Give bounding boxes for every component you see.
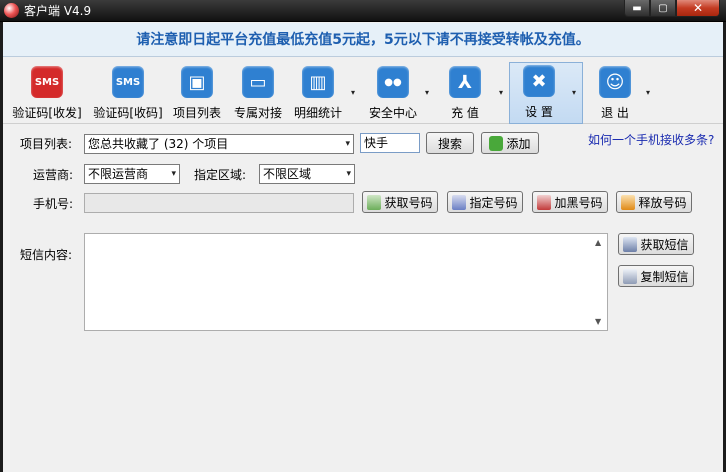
pdf-icon: ⅄ — [449, 66, 481, 98]
exit-person-icon: ☺ — [599, 66, 631, 98]
add-button[interactable]: 添加 — [481, 132, 539, 154]
toolbar-label: 明细统计 — [293, 106, 342, 120]
sms-red-icon: SMS — [31, 66, 63, 98]
toolbar-label: 验证码[收发] — [12, 106, 82, 120]
toolbar-label: 项目列表 — [172, 106, 221, 120]
region-select-value: 不限区域 — [263, 167, 312, 181]
toolbar-sms-send-button[interactable]: SMS 验证码[收发] — [8, 64, 86, 122]
project-list-label: 项目列表: — [20, 137, 73, 151]
get-sms-button[interactable]: 获取短信 — [618, 233, 694, 255]
notice-banner: 请注意即日起平台充值最低充值5元起，5元以下请不再接受转帐及充值。 — [3, 23, 723, 57]
copy-sms-button[interactable]: 复制短信 — [618, 265, 694, 287]
carrier-label: 运营商: — [33, 168, 74, 182]
toolbar-label: 专属对接 — [233, 106, 282, 120]
carrier-select-value: 不限运营商 — [88, 167, 149, 181]
toolbar-recharge-button[interactable]: ⅄ 充 值 — [437, 64, 493, 122]
blacklist-number-button[interactable]: 加黑号码 — [532, 191, 608, 213]
toolbar-label: 充 值 — [451, 106, 479, 120]
project-search-input[interactable]: 快手 — [360, 133, 420, 153]
sms-content-textarea[interactable]: ▲ ▼ — [84, 233, 608, 331]
exit-dropdown-arrow[interactable]: ▾ — [646, 88, 650, 97]
chart-icon: ▥ — [302, 66, 334, 98]
chevron-down-icon: ▾ — [171, 169, 176, 179]
copy-icon — [623, 268, 638, 284]
window-title: 客户端 V4.9 — [24, 4, 92, 18]
release-number-button[interactable]: 释放号码 — [616, 191, 692, 213]
sms-blue-icon: SMS — [112, 66, 144, 98]
copy-sms-label: 复制短信 — [640, 269, 689, 284]
search-button[interactable]: 搜索 — [426, 132, 474, 154]
release-number-icon — [621, 194, 636, 210]
specify-number-label: 指定号码 — [469, 195, 518, 210]
app-logo-icon — [4, 3, 19, 18]
region-select[interactable]: 不限区域 ▾ — [259, 164, 355, 184]
monitor-icon: ▣ — [181, 66, 213, 98]
settings-dropdown-arrow[interactable]: ▾ — [572, 88, 576, 97]
minimize-button[interactable]: ▬ — [624, 0, 650, 17]
add-button-label: 添加 — [506, 136, 531, 151]
get-number-button[interactable]: 获取号码 — [362, 191, 438, 213]
toolbar: SMS 验证码[收发] SMS 验证码[收码] ▣ 项目列表 ▭ 专属对接 ▥ … — [3, 60, 723, 124]
statistics-dropdown-arrow[interactable]: ▾ — [351, 88, 355, 97]
get-number-icon — [367, 194, 382, 210]
sms-scrollbar[interactable]: ▲ ▼ — [591, 234, 607, 330]
toolbar-sms-receive-button[interactable]: SMS 验证码[收码] — [89, 64, 167, 122]
toolbar-label: 安全中心 — [368, 106, 417, 120]
sms-content-label: 短信内容: — [20, 248, 73, 262]
phone-number-field[interactable] — [84, 193, 354, 213]
phone-label: 手机号: — [33, 197, 74, 211]
search-button-label: 搜索 — [437, 136, 462, 151]
chevron-down-icon: ▾ — [346, 169, 351, 179]
maximize-button[interactable]: ▢ — [650, 0, 676, 17]
help-link[interactable]: 如何一个手机接收多条? — [588, 131, 714, 148]
toolbar-exit-button[interactable]: ☺ 退 出 — [589, 64, 641, 122]
computer-icon: ▭ — [242, 66, 274, 98]
get-sms-label: 获取短信 — [640, 237, 689, 252]
toolbar-statistics-button[interactable]: ▥ 明细统计 — [290, 64, 346, 122]
project-select[interactable]: 您总共收藏了 (32) 个项目 ▾ — [84, 134, 354, 154]
region-label: 指定区域: — [194, 168, 247, 182]
close-button[interactable]: ✕ — [676, 0, 720, 17]
blacklist-number-label: 加黑号码 — [554, 195, 603, 210]
toolbar-project-list-button[interactable]: ▣ 项目列表 — [169, 64, 225, 122]
recharge-dropdown-arrow[interactable]: ▾ — [499, 88, 503, 97]
get-number-label: 获取号码 — [384, 195, 433, 210]
security-dropdown-arrow[interactable]: ▾ — [425, 88, 429, 97]
chevron-down-icon: ▾ — [345, 139, 350, 149]
toolbar-label: 设 置 — [525, 105, 553, 119]
toolbar-label: 验证码[收码] — [93, 106, 163, 120]
scroll-up-icon[interactable]: ▲ — [595, 238, 601, 247]
get-sms-icon — [623, 236, 638, 252]
plus-icon — [489, 135, 504, 151]
toolbar-security-button[interactable]: ●● 安全中心 — [361, 64, 425, 122]
release-number-label: 释放号码 — [638, 195, 687, 210]
specify-number-button[interactable]: 指定号码 — [447, 191, 523, 213]
specify-number-icon — [452, 194, 467, 210]
scroll-down-icon[interactable]: ▼ — [595, 317, 601, 326]
carrier-select[interactable]: 不限运营商 ▾ — [84, 164, 180, 184]
toolbar-dedicated-button[interactable]: ▭ 专属对接 — [230, 64, 286, 122]
title-bar: 客户端 V4.9 ▬ ▢ ✕ — [0, 0, 726, 22]
settings-tools-icon: ✖ — [523, 65, 555, 97]
project-select-value: 您总共收藏了 (32) 个项目 — [88, 137, 229, 151]
users-icon: ●● — [377, 66, 409, 98]
blacklist-number-icon — [537, 194, 552, 210]
toolbar-label: 退 出 — [601, 106, 629, 120]
